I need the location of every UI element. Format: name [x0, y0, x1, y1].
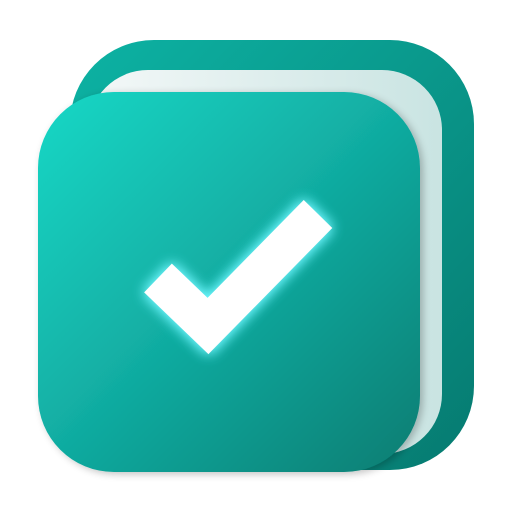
- checkmark-notebook-app-icon: [38, 40, 474, 472]
- app-icon-canvas: [0, 0, 512, 512]
